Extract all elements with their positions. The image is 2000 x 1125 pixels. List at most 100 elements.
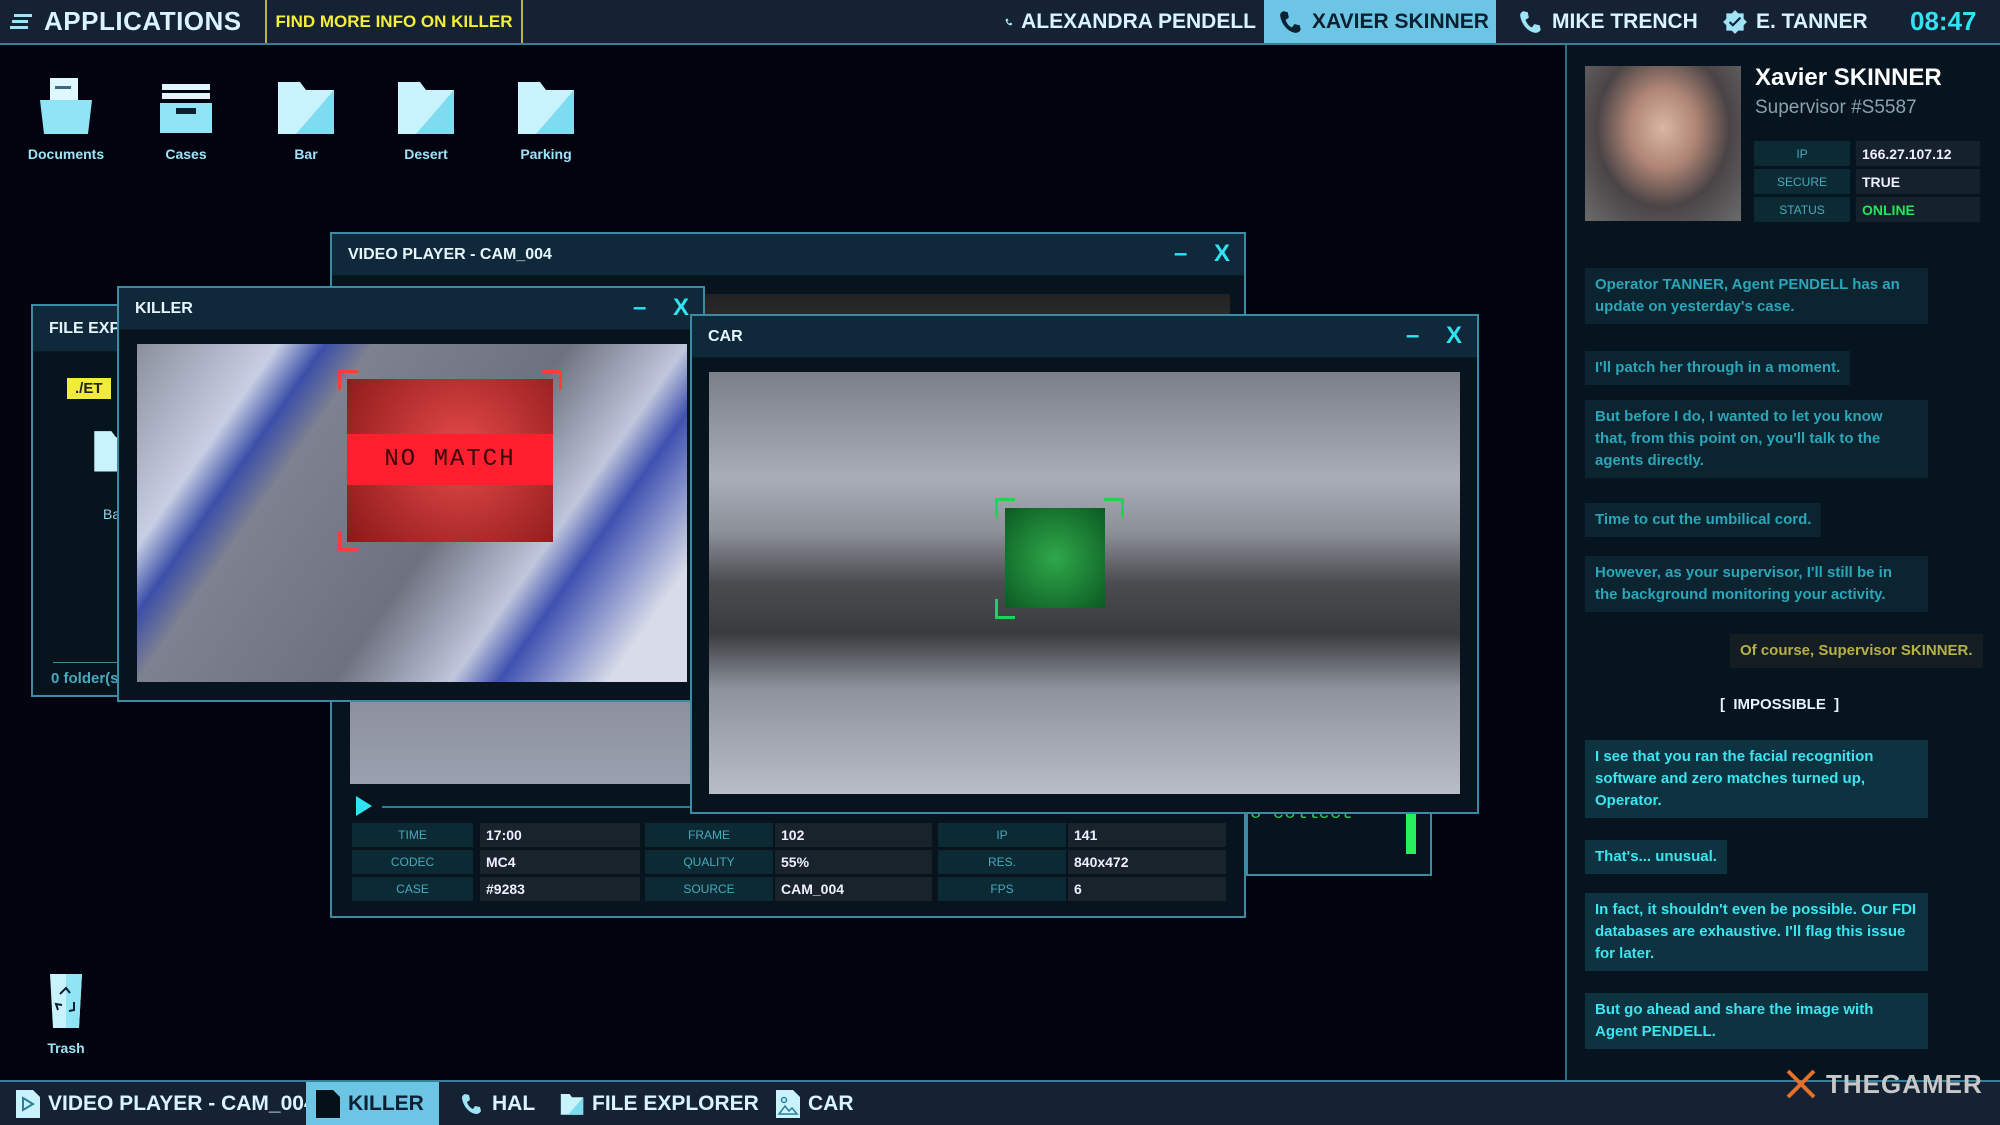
info-value: #9283	[480, 877, 640, 901]
info-label: CODEC	[352, 850, 473, 874]
thegamer-logo-icon	[1786, 1069, 1816, 1099]
info-label: STATUS	[1754, 197, 1850, 222]
documents-folder-icon	[40, 78, 92, 134]
folder-icon	[398, 82, 454, 134]
desktop-icon-bar[interactable]: Bar	[256, 78, 356, 162]
info-label: IP	[938, 823, 1066, 847]
desktop-icon-trash[interactable]: Trash	[16, 972, 116, 1056]
desktop-icon-documents[interactable]: Documents	[16, 78, 116, 162]
info-value: 102	[775, 823, 932, 847]
car-image	[709, 372, 1460, 794]
chat-message: But before I do, I wanted to let you kno…	[1585, 400, 1928, 478]
desktop-icon-cases[interactable]: Cases	[136, 78, 236, 162]
info-label: SECURE	[1754, 169, 1850, 194]
chat-message: That's... unusual.	[1585, 840, 1727, 874]
info-label: TIME	[352, 823, 473, 847]
contact-xavier-skinner[interactable]: XAVIER SKINNER	[1264, 0, 1496, 43]
window-title: VIDEO PLAYER - CAM_004	[332, 234, 1244, 276]
seek-bar[interactable]	[382, 806, 712, 808]
face-crop	[1005, 508, 1105, 608]
close-button[interactable]: X	[1446, 322, 1462, 350]
chat-message: I see that you ran the facial recognitio…	[1585, 740, 1928, 818]
task-hal[interactable]: HAL	[450, 1082, 545, 1125]
info-label: CASE	[352, 877, 473, 901]
task-file-explorer[interactable]: FILE EXPLORER	[550, 1082, 769, 1125]
window-title: KILLER	[119, 288, 703, 330]
chat-message: In fact, it shouldn't even be possible. …	[1585, 893, 1928, 971]
dialogue-choice-button[interactable]: [ IMPOSSIBLE ]	[1720, 696, 1839, 713]
video-file-icon	[16, 1089, 40, 1118]
cases-tray-icon	[160, 84, 212, 133]
info-label: SOURCE	[645, 877, 773, 901]
chat-message: Operator TANNER, Agent PENDELL has an up…	[1585, 268, 1928, 324]
image-file-icon	[776, 1089, 800, 1118]
objective-banner: FIND MORE INFO ON KILLER	[265, 0, 523, 43]
menu-icon	[10, 13, 32, 29]
cursor	[1406, 814, 1416, 854]
contact-name: XAVIER SKINNER	[1312, 9, 1489, 33]
desktop-icon-parking[interactable]: Parking	[496, 78, 596, 162]
phone-icon	[1280, 10, 1301, 33]
info-label: QUALITY	[645, 850, 773, 874]
phone-icon	[1520, 10, 1541, 33]
info-value-status: ONLINE	[1856, 197, 1980, 222]
phone-icon	[1005, 18, 1013, 25]
applications-label: APPLICATIONS	[44, 6, 242, 36]
desktop-icon-desert[interactable]: Desert	[376, 78, 476, 162]
phone-icon	[462, 1093, 481, 1114]
close-button[interactable]: X	[673, 294, 689, 322]
top-bar: APPLICATIONS FIND MORE INFO ON KILLER AL…	[0, 0, 2000, 45]
profile-role: Supervisor #S5587	[1755, 97, 1917, 118]
status-text: 0 folder(s	[51, 670, 119, 687]
folder-icon	[560, 1093, 584, 1115]
info-label: RES.	[938, 850, 1066, 874]
killer-image: NO MATCH	[137, 344, 687, 682]
chat-message: But go ahead and share the image with Ag…	[1585, 993, 1928, 1049]
avatar	[1585, 66, 1741, 221]
minimize-button[interactable]: –	[1406, 322, 1419, 350]
profile-name: Xavier SKINNER	[1755, 64, 1942, 91]
car-window[interactable]: CAR – X	[690, 314, 1479, 814]
info-label: FRAME	[645, 823, 773, 847]
folder-icon	[518, 82, 574, 134]
contact-mike-trench[interactable]: MIKE TRENCH	[1518, 0, 1698, 43]
info-value: 17:00	[480, 823, 640, 847]
killer-window[interactable]: KILLER – X NO MATCH	[117, 286, 705, 702]
folder-icon	[278, 82, 334, 134]
contact-alexandra-pendell[interactable]: ALEXANDRA PENDELL	[999, 0, 1256, 43]
trash-icon	[50, 974, 82, 1028]
info-value: 141	[1068, 823, 1226, 847]
verified-badge-icon	[1723, 9, 1747, 34]
contact-e-tanner[interactable]: E. TANNER	[1722, 0, 1868, 43]
contact-name: ALEXANDRA PENDELL	[1021, 9, 1256, 33]
minimize-button[interactable]: –	[1174, 240, 1187, 268]
close-button[interactable]: X	[1214, 240, 1230, 268]
info-label: FPS	[938, 877, 1066, 901]
watermark: THEGAMER	[1782, 1065, 1983, 1103]
task-car[interactable]: CAR	[766, 1082, 864, 1125]
path-label: ./ET	[67, 378, 111, 399]
info-value-ip: 166.27.107.12	[1856, 141, 1980, 166]
clock: 08:47	[1910, 6, 1977, 36]
task-killer[interactable]: KILLER	[306, 1082, 439, 1125]
no-match-label: NO MATCH	[347, 434, 553, 485]
taskbar: VIDEO PLAYER - CAM_004 KILLER HAL FILE E…	[0, 1080, 2000, 1125]
info-value: 6	[1068, 877, 1226, 901]
info-value: MC4	[480, 850, 640, 874]
info-value: CAM_004	[775, 877, 932, 901]
task-video-player[interactable]: VIDEO PLAYER - CAM_004	[6, 1082, 326, 1125]
info-value: 840x472	[1068, 850, 1226, 874]
chat-reply: Of course, Supervisor SKINNER.	[1730, 634, 1983, 668]
chat-message: However, as your supervisor, I'll still …	[1585, 556, 1928, 612]
contact-name: E. TANNER	[1756, 9, 1868, 33]
chat-message: Time to cut the umbilical cord.	[1585, 503, 1822, 537]
chat-message: I'll patch her through in a moment.	[1585, 351, 1851, 385]
info-label: IP	[1754, 141, 1850, 166]
minimize-button[interactable]: –	[633, 294, 646, 322]
info-value-secure: TRUE	[1856, 169, 1980, 194]
applications-menu-button[interactable]: APPLICATIONS	[10, 0, 242, 43]
contact-name: MIKE TRENCH	[1552, 9, 1698, 33]
play-icon[interactable]	[356, 796, 372, 816]
file-icon	[316, 1089, 340, 1118]
window-title: CAR	[692, 316, 1477, 358]
